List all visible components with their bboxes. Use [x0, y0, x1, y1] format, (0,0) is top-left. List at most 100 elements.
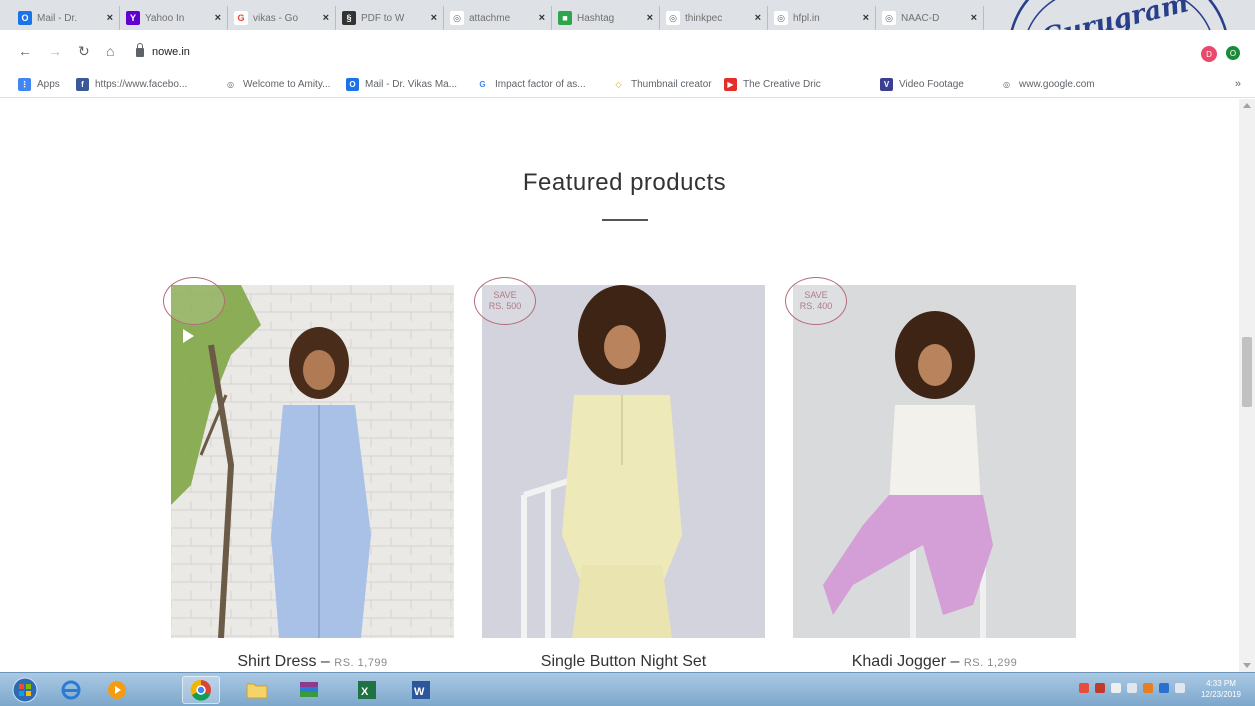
product-image[interactable] — [171, 285, 454, 638]
close-icon[interactable]: × — [323, 12, 329, 24]
product-image[interactable] — [482, 285, 765, 638]
browser-tab[interactable]: ◎ hfpl.in × — [768, 6, 876, 30]
browser-tab[interactable]: § PDF to W × — [336, 6, 444, 30]
chrome-taskbar-button[interactable] — [182, 676, 220, 704]
tray-icon[interactable] — [1095, 683, 1105, 693]
browser-tab[interactable]: G vikas - Go × — [228, 6, 336, 30]
internet-explorer-icon — [61, 680, 81, 700]
volume-icon[interactable] — [1127, 683, 1137, 693]
bookmarks-overflow-icon[interactable]: » — [1235, 78, 1241, 90]
pdf-icon: § — [342, 11, 356, 25]
bookmark-label: Apps — [37, 79, 60, 90]
scroll-up-icon[interactable] — [1243, 103, 1251, 108]
word-icon: W — [412, 681, 430, 699]
globe-icon: ◎ — [1000, 78, 1013, 91]
product-card[interactable] — [482, 285, 765, 638]
product-photo — [171, 285, 454, 638]
close-icon[interactable]: × — [971, 12, 977, 24]
winrar-taskbar-button[interactable] — [290, 676, 328, 704]
bookmark-label: Thumbnail creator — [631, 79, 712, 90]
bookmark-item[interactable]: O Mail - Dr. Vikas Ma... — [346, 78, 457, 91]
bluetooth-icon[interactable] — [1159, 683, 1169, 693]
bookmark-apps[interactable]: ⋮ Apps — [18, 78, 60, 91]
product-card[interactable] — [793, 285, 1076, 638]
section-title: Featured products — [522, 169, 727, 196]
close-icon[interactable]: × — [215, 12, 221, 24]
sale-badge — [163, 277, 225, 325]
windows-taskbar: X W 4:33 PM 12/23/2019 — [0, 672, 1255, 706]
bookmark-item[interactable]: V Video Footage — [880, 78, 964, 91]
close-icon[interactable]: × — [863, 12, 869, 24]
tray-icon[interactable] — [1111, 683, 1121, 693]
explorer-taskbar-button[interactable] — [238, 676, 276, 704]
bookmark-label: Impact factor of as... — [495, 79, 586, 90]
close-icon[interactable]: × — [539, 12, 545, 24]
forward-arrow-icon[interactable]: → — [48, 43, 62, 59]
bookmark-item[interactable]: ◎ Welcome to Amity... — [224, 78, 330, 91]
scroll-thumb[interactable] — [1242, 337, 1252, 407]
bookmark-item[interactable]: G Impact factor of as... — [476, 78, 586, 91]
network-icon[interactable] — [1175, 683, 1185, 693]
vertical-scrollbar[interactable] — [1239, 99, 1255, 672]
url-text: nowe.in — [152, 46, 190, 58]
price-separator: – — [950, 653, 960, 670]
close-icon[interactable]: × — [647, 12, 653, 24]
browser-tab[interactable]: ■ Hashtag × — [552, 6, 660, 30]
home-icon[interactable]: ⌂ — [106, 43, 114, 59]
tab-title: PDF to W — [361, 12, 405, 24]
browser-tab-active[interactable]: ◎ NAAC-D × — [876, 6, 984, 30]
title-divider — [602, 219, 648, 221]
product-name[interactable]: Shirt Dress — [237, 653, 316, 670]
profile-avatar[interactable]: D — [1201, 46, 1217, 62]
tab-title: thinkpec — [685, 12, 723, 24]
reload-icon[interactable]: ↻ — [78, 43, 90, 60]
product-title[interactable]: Single Button Night Set — [482, 653, 765, 671]
product-name[interactable]: Single Button Night Set — [541, 653, 706, 670]
browser-tab[interactable]: Y Yahoo In × — [120, 6, 228, 30]
tray-icon[interactable] — [1079, 683, 1089, 693]
tab-title: NAAC-D — [901, 12, 940, 24]
start-button[interactable] — [6, 676, 44, 704]
product-card[interactable] — [171, 285, 454, 638]
tab-title: Hashtag — [577, 12, 615, 24]
product-image[interactable] — [793, 285, 1076, 638]
word-taskbar-button[interactable]: W — [402, 676, 440, 704]
close-icon[interactable]: × — [431, 12, 437, 24]
product-name[interactable]: Khadi Jogger — [852, 653, 946, 670]
media-player-icon — [108, 681, 126, 699]
facebook-icon: f — [76, 78, 89, 91]
bookmark-label: www.google.com — [1019, 79, 1095, 90]
tab-title: hfpl.in — [793, 12, 820, 24]
bookmark-item[interactable]: ◇ Thumbnail creator — [612, 78, 712, 91]
video-icon: V — [880, 78, 893, 91]
browser-tab[interactable]: O Mail - Dr. × — [12, 6, 120, 30]
bookmark-item[interactable]: ◎ www.google.com — [1000, 78, 1095, 91]
bookmarks-bar: ⋮ Apps f https://www.facebo... ◎ Welcome… — [0, 72, 1255, 98]
back-arrow-icon[interactable]: ← — [18, 43, 32, 59]
product-title[interactable]: Shirt Dress – RS. 1,799 — [171, 653, 454, 671]
play-icon[interactable] — [183, 329, 194, 343]
globe-icon: ◎ — [882, 11, 896, 25]
browser-tab[interactable]: ◎ thinkpec × — [660, 6, 768, 30]
bookmark-item[interactable]: ▶ The Creative Dric — [724, 78, 821, 91]
bookmark-item[interactable]: f https://www.facebo... — [76, 78, 187, 91]
close-icon[interactable]: × — [107, 12, 113, 24]
screen: O Mail - Dr. × Y Yahoo In × G vikas - Go… — [0, 0, 1255, 706]
badge-line1: SAVE — [804, 290, 828, 300]
close-icon[interactable]: × — [755, 12, 761, 24]
badge-line1: SAVE — [493, 290, 517, 300]
product-price: RS. 1,299 — [963, 657, 1018, 669]
clock-date: 12/23/2019 — [1200, 690, 1241, 699]
address-bar[interactable]: nowe.in — [136, 42, 996, 62]
excel-taskbar-button[interactable]: X — [348, 676, 386, 704]
bookmark-label: Video Footage — [899, 79, 964, 90]
tray-icon[interactable] — [1143, 683, 1153, 693]
product-title[interactable]: Khadi Jogger – RS. 1,299 — [793, 653, 1076, 671]
scroll-down-icon[interactable] — [1243, 663, 1251, 668]
browser-tab[interactable]: ◎ attachme × — [444, 6, 552, 30]
media-player-taskbar-button[interactable] — [98, 676, 136, 704]
taskbar-clock[interactable]: 4:33 PM 12/23/2019 — [1201, 678, 1241, 700]
ie-taskbar-button[interactable] — [52, 676, 90, 704]
mail-icon: O — [18, 11, 32, 25]
extension-icon[interactable]: O — [1226, 46, 1240, 60]
